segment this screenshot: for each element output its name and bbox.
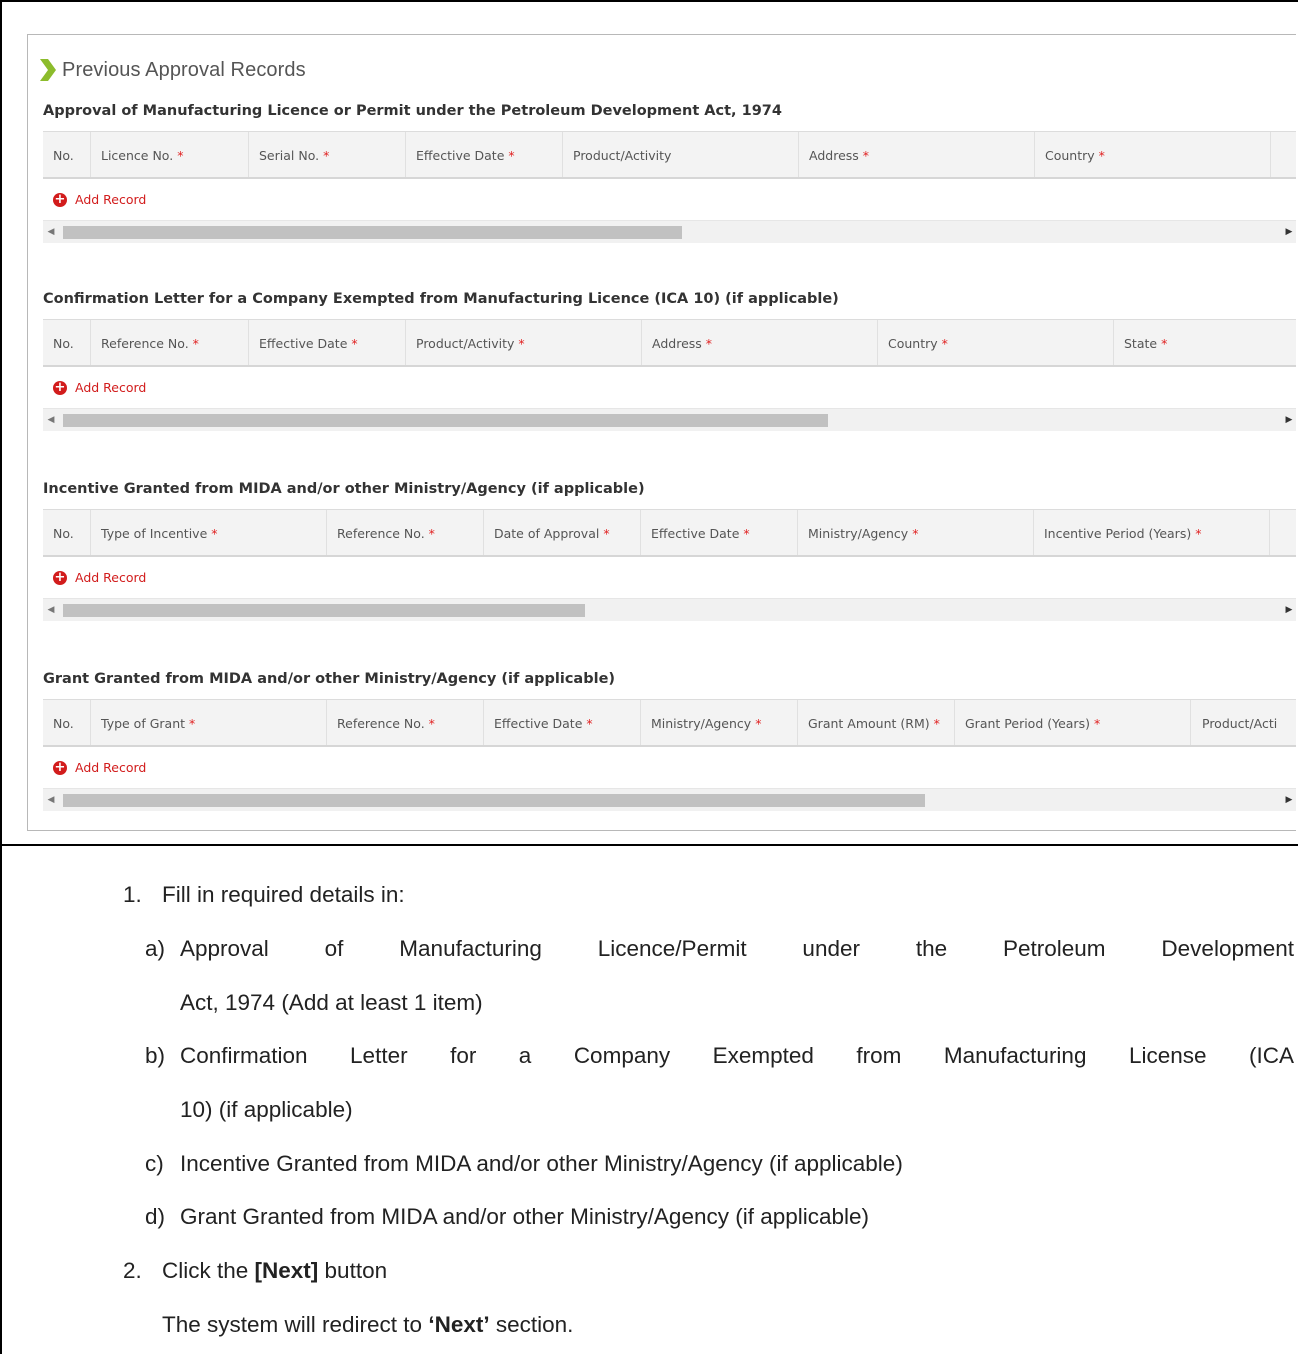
item-letter: b) bbox=[145, 1043, 166, 1068]
item-text: Confirmation Letter for a Company Exempt… bbox=[180, 1043, 1294, 1068]
scroll-right-icon[interactable]: ▶ bbox=[1281, 599, 1296, 621]
horizontal-scrollbar[interactable]: ◀ ▶ bbox=[43, 409, 1296, 431]
column-header: No. bbox=[53, 335, 74, 351]
column-header: Type of Incentive * bbox=[90, 510, 326, 555]
plus-circle-icon: + bbox=[53, 760, 67, 775]
column-header: Effective Date * bbox=[483, 700, 640, 745]
column-header: No. bbox=[53, 147, 74, 163]
column-header: Incentive Period (Years) * bbox=[1033, 510, 1269, 555]
column-header: Grant Period (Years) * bbox=[954, 700, 1190, 745]
scroll-right-icon[interactable]: ▶ bbox=[1281, 409, 1296, 431]
scroll-right-icon[interactable]: ▶ bbox=[1281, 789, 1296, 811]
add-record-button[interactable]: + Add Record bbox=[43, 747, 1296, 789]
item-text: Incentive Granted from MIDA and/or other… bbox=[180, 1151, 903, 1176]
scroll-left-icon[interactable]: ◀ bbox=[43, 599, 59, 621]
column-header: Reference No. * bbox=[326, 700, 483, 745]
column-header: Ministry/Agency * bbox=[797, 510, 1033, 555]
section-title: Confirmation Letter for a Company Exempt… bbox=[43, 291, 839, 307]
item-text: Grant Granted from MIDA and/or other Min… bbox=[180, 1204, 870, 1229]
column-header: Ministry/Agency * bbox=[640, 700, 797, 745]
next-section-ref: ‘Next’ bbox=[428, 1312, 490, 1337]
column-header: Grant Amount (RM) * bbox=[797, 700, 954, 745]
plus-circle-icon: + bbox=[53, 570, 67, 585]
table-header: No. Type of Grant * Reference No. * Effect… bbox=[43, 699, 1296, 747]
table-header: No. Reference No. * Effective Date * Produ… bbox=[43, 319, 1296, 367]
step-number: 1. bbox=[123, 882, 142, 907]
column-header: Date of Approval * bbox=[483, 510, 640, 555]
item-text-cont: Act, 1974 (Add at least 1 item) bbox=[180, 990, 483, 1015]
step-text: Click the [Next] button bbox=[162, 1258, 388, 1283]
column-header: No. bbox=[53, 715, 74, 731]
scroll-left-icon[interactable]: ◀ bbox=[43, 409, 59, 431]
section-title: Grant Granted from MIDA and/or other Min… bbox=[43, 671, 616, 687]
section-title: Approval of Manufacturing Licence or Per… bbox=[43, 103, 782, 119]
table-header: No. Licence No. * Serial No. * Effective D… bbox=[43, 131, 1296, 179]
scroll-left-icon[interactable]: ◀ bbox=[43, 789, 59, 811]
column-header: Effective Date * bbox=[640, 510, 797, 555]
column-header bbox=[1269, 510, 1296, 555]
add-record-button[interactable]: + Add Record bbox=[43, 179, 1296, 221]
add-record-label: Add Record bbox=[75, 760, 147, 775]
horizontal-scrollbar[interactable]: ◀ ▶ bbox=[43, 789, 1296, 811]
table-header: No. Type of Incentive * Reference No. * Da… bbox=[43, 509, 1296, 557]
add-record-label: Add Record bbox=[75, 380, 147, 395]
instructions: 1. Fill in required details in: a) Appro… bbox=[0, 846, 1298, 1354]
add-record-label: Add Record bbox=[75, 570, 147, 585]
section-heading: Previous Approval Records bbox=[38, 57, 306, 83]
plus-circle-icon: + bbox=[53, 192, 67, 207]
plus-circle-icon: + bbox=[53, 380, 67, 395]
item-letter: d) bbox=[145, 1204, 166, 1229]
column-header bbox=[1270, 132, 1296, 177]
section-title: Incentive Granted from MIDA and/or other… bbox=[43, 481, 645, 497]
scrollbar-thumb[interactable] bbox=[63, 604, 585, 617]
item-text-cont: 10) (if applicable) bbox=[180, 1097, 353, 1122]
column-header: Country * bbox=[1034, 132, 1270, 177]
column-header: Reference No. * bbox=[326, 510, 483, 555]
horizontal-scrollbar[interactable]: ◀ ▶ bbox=[43, 599, 1296, 621]
column-header: Type of Grant * bbox=[90, 700, 326, 745]
column-header: Address * bbox=[641, 320, 877, 365]
column-header: No. bbox=[53, 525, 74, 541]
column-header: Effective Date * bbox=[405, 132, 562, 177]
column-header: Country * bbox=[877, 320, 1113, 365]
column-header: Serial No. * bbox=[248, 132, 405, 177]
step-number: 2. bbox=[123, 1258, 142, 1283]
item-text: Approval of Manufacturing Licence/Permit… bbox=[180, 936, 1294, 961]
page-title: Previous Approval Records bbox=[62, 58, 306, 81]
step-note: The system will redirect to ‘Next’ secti… bbox=[162, 1312, 574, 1337]
next-button-ref: [Next] bbox=[254, 1258, 319, 1283]
scrollbar-thumb[interactable] bbox=[63, 414, 828, 427]
column-header: Address * bbox=[798, 132, 1034, 177]
add-record-button[interactable]: + Add Record bbox=[43, 367, 1296, 409]
scroll-left-icon[interactable]: ◀ bbox=[43, 221, 59, 243]
horizontal-scrollbar[interactable]: ◀ ▶ bbox=[43, 221, 1296, 243]
scrollbar-thumb[interactable] bbox=[63, 226, 682, 239]
column-header: Effective Date * bbox=[248, 320, 405, 365]
column-header: State * bbox=[1113, 320, 1296, 365]
scrollbar-thumb[interactable] bbox=[63, 794, 925, 807]
column-header: Product/Activity bbox=[562, 132, 798, 177]
column-header: Product/Activity * bbox=[405, 320, 641, 365]
column-header: Product/Acti bbox=[1190, 700, 1296, 745]
column-header: Reference No. * bbox=[90, 320, 248, 365]
add-record-label: Add Record bbox=[75, 192, 147, 207]
add-record-button[interactable]: + Add Record bbox=[43, 557, 1296, 599]
item-letter: c) bbox=[145, 1151, 164, 1176]
screenshot-panel: Previous Approval Records Approval of Ma… bbox=[27, 34, 1296, 831]
column-header: Licence No. * bbox=[90, 132, 248, 177]
step-text: Fill in required details in: bbox=[162, 882, 405, 907]
scroll-right-icon[interactable]: ▶ bbox=[1281, 221, 1296, 243]
chevron-right-icon bbox=[40, 59, 56, 81]
item-letter: a) bbox=[145, 936, 166, 961]
